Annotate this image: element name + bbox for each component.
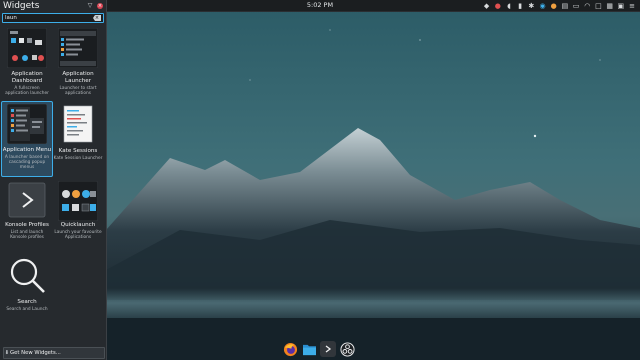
konsole-icon — [8, 182, 46, 218]
widget-description: Launch your favourite Applications — [54, 230, 102, 241]
header-actions: ▽ × — [87, 3, 103, 9]
widget-name: Konsole Profiles — [5, 222, 49, 228]
widget-quicklaunch[interactable]: Quicklaunch Launch your favourite Applic… — [53, 177, 103, 251]
battery-icon[interactable]: ▭ — [572, 2, 580, 10]
device-icon[interactable]: □ — [594, 2, 602, 10]
quicklaunch-thumbnail — [58, 181, 98, 221]
menu-icon[interactable]: ≡ — [628, 2, 636, 10]
search-box: × — [2, 13, 104, 23]
bluetooth-icon[interactable]: ✱ — [527, 2, 535, 10]
widget-application-menu[interactable]: Application Menu A launcher based on cas… — [1, 101, 53, 177]
widget-search[interactable]: Search Search and Launch — [2, 253, 52, 317]
widget-application-launcher[interactable]: Application Launcher Launcher to start ap… — [53, 26, 103, 100]
widget-kate-sessions[interactable]: Kate Sessions Kate Session Launcher — [53, 101, 103, 175]
panel-title: Widgets — [3, 1, 40, 11]
system-tray: ◆ ● ◖ ▮ ✱ ◉ ● ▤ ▭ ◠ □ ▦ ▣ ≡ — [483, 1, 636, 10]
widgets-explorer: Widgets ▽ × × ApplicationDashboard A ful… — [0, 0, 107, 360]
updates-icon[interactable]: ● — [550, 2, 558, 10]
wifi-icon[interactable]: ◠ — [583, 2, 591, 10]
widget-name: Quicklaunch — [60, 222, 96, 228]
file-manager-icon[interactable] — [301, 341, 317, 357]
widget-description: A launcher based on cascading popup menu… — [4, 155, 50, 171]
widget-description: Launcher to start applications — [59, 86, 97, 97]
mic-icon[interactable]: ▮ — [516, 2, 524, 10]
application-menu-thumbnail — [7, 104, 47, 144]
network-icon[interactable]: ◉ — [539, 2, 547, 10]
firefox-icon[interactable] — [282, 341, 298, 357]
application-dashboard-thumbnail — [7, 28, 47, 68]
search-input[interactable] — [5, 14, 89, 22]
widget-application-dashboard[interactable]: Application Dashboard A fullscreen applic… — [2, 26, 52, 100]
widget-description: Search and Launch — [6, 307, 48, 312]
notification-icon[interactable]: ● — [494, 2, 502, 10]
obs-icon[interactable] — [339, 341, 355, 357]
get-new-widgets-button[interactable]: ⬇Get New Widgets... — [3, 347, 105, 359]
filter-icon[interactable]: ▽ — [87, 3, 93, 9]
widget-name: Search — [17, 299, 37, 305]
shield-icon[interactable]: ◆ — [483, 2, 491, 10]
layers-icon[interactable]: ▣ — [617, 2, 625, 10]
calendar-icon[interactable]: ▦ — [606, 2, 614, 10]
application-launcher-thumbnail — [58, 28, 98, 68]
volume-icon[interactable]: ◖ — [505, 2, 513, 10]
widget-name: Application Dashboard — [11, 71, 43, 84]
close-icon[interactable]: × — [97, 3, 103, 9]
search-icon — [10, 258, 45, 293]
widget-name: Application Menu — [2, 147, 52, 153]
widget-description: List and launch Konsole profiles — [10, 230, 44, 241]
terminal-icon[interactable] — [320, 341, 336, 357]
get-new-widgets-label: Get New Widgets... — [10, 350, 61, 356]
widget-konsole-profiles[interactable]: Konsole Profiles List and launch Konsole… — [2, 177, 52, 251]
widget-name: Kate Sessions — [58, 148, 98, 154]
widget-name: Application Launcher — [62, 71, 94, 84]
kate-sessions-thumbnail — [63, 105, 93, 143]
widget-description: A fullscreen application launcher — [5, 86, 49, 97]
clipboard-icon[interactable]: ▤ — [561, 2, 569, 10]
task-manager — [282, 340, 360, 358]
clear-search-icon[interactable]: × — [93, 15, 101, 21]
widget-description: Kate Session Launcher — [53, 156, 103, 161]
